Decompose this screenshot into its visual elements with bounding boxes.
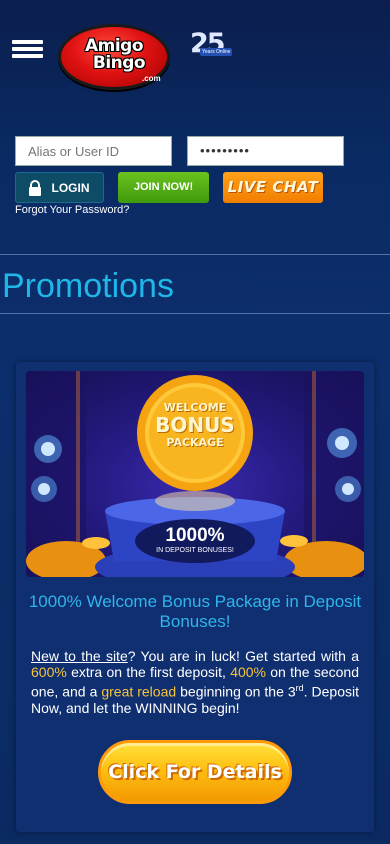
highlight-reload: great reload xyxy=(101,683,177,700)
login-button[interactable]: LOGIN xyxy=(15,172,104,203)
pedestal-text: 1000% IN DEPOSIT BONUSES! xyxy=(145,526,245,555)
anniversary-subtext: Years Online xyxy=(200,48,233,56)
login-button-label: LOGIN xyxy=(51,181,90,195)
lock-icon xyxy=(29,180,41,196)
coin-line-3: PACKAGE xyxy=(166,436,224,449)
pedestal-small: IN DEPOSIT BONUSES! xyxy=(156,547,234,554)
click-for-details-button[interactable]: Click For Details xyxy=(98,740,292,804)
username-input[interactable] xyxy=(15,136,172,166)
body-text-2: extra on the first deposit, xyxy=(66,664,231,680)
body-text-4: beginning on the 3 xyxy=(176,683,296,700)
new-to-site-link[interactable]: New to the site xyxy=(31,648,128,664)
highlight-400: 400% xyxy=(230,664,266,680)
highlight-600: 600% xyxy=(31,664,67,680)
login-form: ••••••••• LOGIN JOIN NOW! LIVE CHAT Forg… xyxy=(0,120,390,240)
page-title: Promotions xyxy=(2,267,174,305)
logo-suffix: .com xyxy=(142,74,161,83)
live-chat-button[interactable]: LIVE CHAT xyxy=(223,172,323,203)
password-input[interactable]: ••••••••• xyxy=(187,136,344,166)
forgot-password-link[interactable]: Forgot Your Password? xyxy=(15,204,129,216)
welcome-bonus-banner[interactable]: WELCOME BONUS PACKAGE 1000% IN DEPOSIT B… xyxy=(26,371,364,577)
promo-title: 1000% Welcome Bonus Package in Deposit B… xyxy=(28,592,362,631)
promo-card: WELCOME BONUS PACKAGE 1000% IN DEPOSIT B… xyxy=(16,362,374,832)
anniversary-badge: 25 Years Online xyxy=(190,30,236,64)
join-now-button[interactable]: JOIN NOW! xyxy=(118,172,209,203)
body-sup: rd xyxy=(295,683,304,693)
site-header: Amigo Bingo .com 25 Years Online xyxy=(0,0,390,110)
coin-line-2: BONUS xyxy=(155,413,235,437)
body-text-1: ? You are in luck! Get started with a xyxy=(127,648,359,664)
pedestal-big: 1000% xyxy=(165,525,225,546)
promo-description: New to the site? You are in luck! Get st… xyxy=(31,648,359,716)
hamburger-menu-icon[interactable] xyxy=(12,40,43,58)
promotions-header: Promotions xyxy=(0,254,390,314)
amigo-bingo-logo[interactable]: Amigo Bingo .com xyxy=(58,24,170,90)
logo-line-2: Bingo xyxy=(92,53,146,73)
coin-text: WELCOME BONUS PACKAGE xyxy=(145,401,245,449)
